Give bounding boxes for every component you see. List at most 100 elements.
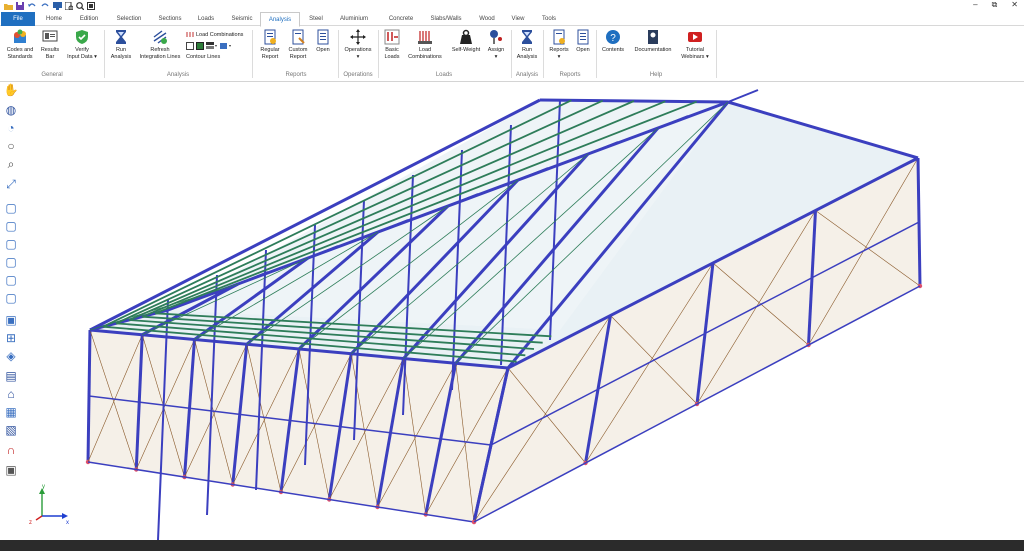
view-right-icon[interactable]: ▢ [4, 255, 18, 269]
tab-slabs-walls[interactable]: Slabs/Walls [426, 12, 466, 26]
run-analysis-button[interactable]: Run Analysis [108, 29, 134, 61]
load-combinations-icon [186, 32, 194, 37]
tab-loads[interactable]: Loads [192, 12, 220, 26]
help-icon: ? [606, 30, 620, 44]
tab-view[interactable]: View [506, 12, 530, 26]
ribbon-tabs: File Home Edition Selection Sections Loa… [0, 12, 1024, 27]
hand-icon[interactable]: ✋ [4, 83, 19, 97]
run-analysis-button-2[interactable]: Run Analysis [513, 29, 541, 61]
tab-home[interactable]: Home [38, 12, 70, 26]
contour-lines-button[interactable]: Contour Lines [186, 54, 220, 60]
custom-report-button[interactable]: Custom Report [284, 29, 312, 61]
view-back-icon[interactable]: ▢ [4, 219, 18, 233]
magnet-icon[interactable]: ∩ [4, 443, 18, 457]
axis-triad: y x z [29, 484, 69, 526]
tab-analysis[interactable]: Analysis [260, 12, 300, 27]
reports-icon [553, 29, 565, 45]
reports-dropdown-button[interactable]: Reports ▾ [546, 29, 572, 61]
codes-standards-button[interactable]: Codes and Standards [4, 29, 36, 61]
rotate-icon[interactable]: ○ [4, 139, 18, 153]
tab-seismic[interactable]: Seismic [226, 12, 258, 26]
svg-text:?: ? [610, 33, 616, 44]
view-bottom-icon[interactable]: ▢ [4, 291, 18, 305]
load-combinations-toggle[interactable]: Load Combinations [186, 31, 243, 38]
view-left-icon[interactable]: ▢ [4, 237, 18, 251]
contour-style-icon[interactable] [220, 42, 232, 50]
end-column [916, 157, 922, 287]
view-iso-icon[interactable]: ▣ [4, 313, 18, 327]
ribbon-separator [543, 30, 544, 78]
wall-icon[interactable]: ▦ [4, 405, 18, 419]
view-top-icon[interactable]: ▢ [4, 273, 18, 287]
ribbon-separator [596, 30, 597, 78]
refresh-lines-icon [153, 30, 167, 44]
tab-tools[interactable]: Tools [536, 12, 562, 26]
zoom-fit-icon[interactable]: ⤢ [4, 177, 18, 191]
open-report-icon [317, 29, 329, 45]
ribbon-separator [511, 30, 512, 78]
orbit-icon[interactable]: ◔ [4, 121, 18, 135]
render-icon[interactable]: ▤ [4, 369, 18, 383]
undo-icon[interactable] [27, 2, 37, 10]
tab-sections[interactable]: Sections [152, 12, 188, 26]
contents-button[interactable]: ? Contents [598, 29, 628, 54]
axis-y-label: y [42, 484, 45, 490]
rafter-back [727, 89, 759, 103]
tab-file[interactable]: File [1, 12, 35, 26]
model-viewport[interactable] [22, 83, 1024, 541]
status-bar [0, 540, 1024, 551]
hourglass-icon [522, 30, 532, 44]
move-arrows-icon [350, 29, 366, 45]
basic-loads-icon [384, 29, 400, 45]
load-combinations-button[interactable]: Load Combinations [404, 29, 446, 61]
verify-input-data-button[interactable]: Verify Input Data ▾ [64, 29, 100, 61]
tab-edition[interactable]: Edition [72, 12, 106, 26]
tab-wood[interactable]: Wood [474, 12, 500, 26]
title-bar: – ⧉ ✕ [0, 0, 1024, 11]
custom-report-icon [292, 29, 305, 45]
view-front-icon[interactable]: ▢ [4, 201, 18, 215]
save-icon[interactable] [16, 1, 24, 10]
zoom-icon[interactable] [76, 1, 84, 10]
refresh-integration-lines-button[interactable]: Refresh Integration Lines [136, 29, 184, 61]
blank-square-icon[interactable] [186, 42, 194, 50]
operations-button[interactable]: Operations ▾ [340, 29, 376, 61]
open-report-button[interactable]: Open [312, 29, 334, 54]
documentation-button[interactable]: Documentation [630, 29, 676, 54]
filled-square-icon[interactable] [196, 42, 204, 50]
redo-icon[interactable] [40, 2, 50, 10]
basic-loads-button[interactable]: Basic Loads [380, 29, 404, 61]
section-view-icon[interactable]: ◈ [4, 349, 18, 363]
tab-steel[interactable]: Steel [304, 12, 328, 26]
tutorial-webinars-button[interactable]: Tutorial Webinars ▾ [678, 29, 712, 61]
slab-icon[interactable]: ▧ [4, 423, 18, 437]
tab-selection[interactable]: Selection [110, 12, 148, 26]
structure-icon[interactable]: ⌂ [4, 387, 18, 401]
globe-icon[interactable]: ◍ [4, 103, 18, 117]
window-controls: – ⧉ ✕ [973, 0, 1018, 10]
group-label-help: Help [649, 72, 663, 78]
self-weight-button[interactable]: Self-Weight [448, 29, 484, 54]
frame-icon[interactable]: ▣ [4, 463, 18, 477]
open-reports-button[interactable]: Open [572, 29, 594, 54]
window-icon[interactable] [87, 1, 95, 10]
results-bar-icon [42, 30, 58, 42]
monitor-icon[interactable] [53, 1, 62, 10]
results-bar-button[interactable]: Results Bar [38, 29, 62, 61]
assign-loads-button[interactable]: Assign ▾ [484, 29, 508, 61]
minimize-icon[interactable]: – [973, 0, 977, 10]
tab-concrete[interactable]: Concrete [384, 12, 418, 26]
print-preview-icon[interactable] [65, 1, 73, 10]
zoom-window-icon[interactable]: ⌕ [4, 157, 18, 171]
close-icon[interactable]: ✕ [1011, 0, 1018, 10]
hourglass-icon [116, 30, 126, 44]
contour-color-icon[interactable] [206, 42, 218, 50]
grid-view-icon[interactable]: ⊞ [4, 331, 18, 345]
load-combinations-large-icon [418, 31, 432, 44]
group-label-general: General [41, 72, 63, 78]
restore-icon[interactable]: ⧉ [992, 0, 998, 10]
regular-report-button[interactable]: Regular Report [256, 29, 284, 61]
group-label-analysis: Analysis [166, 72, 190, 78]
folder-icon[interactable] [4, 2, 13, 10]
tab-aluminium[interactable]: Aluminium [334, 12, 374, 26]
